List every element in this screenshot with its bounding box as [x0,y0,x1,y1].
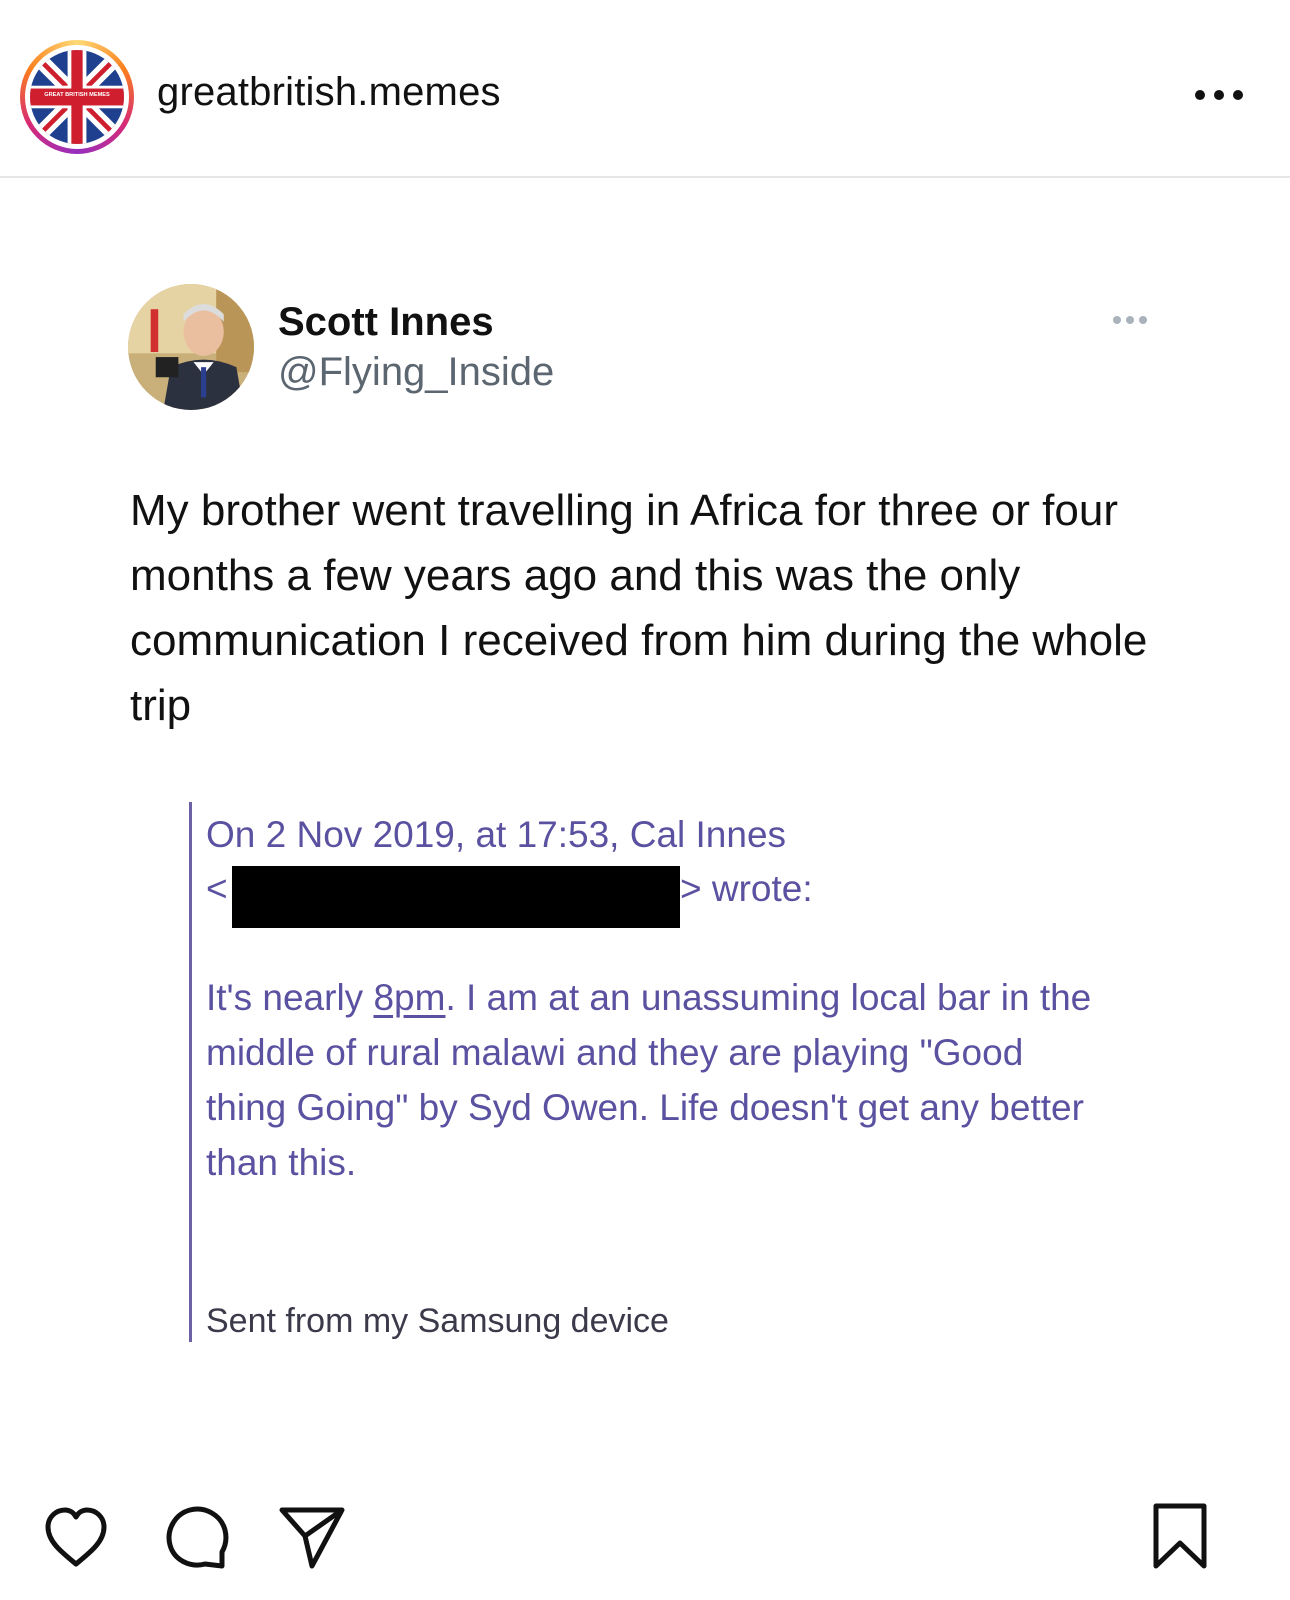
bookmark-icon[interactable] [1144,1500,1216,1572]
union-jack-logo-icon: GREAT BRITISH MEMES [30,50,124,144]
quote-bar [189,802,192,1342]
email-signature: Sent from my Samsung device [206,1302,669,1340]
heart-icon[interactable] [40,1502,112,1574]
redacted-email [232,866,680,928]
email-open-bracket: < [206,868,228,909]
tweet-avatar [128,284,254,410]
send-icon[interactable] [276,1500,348,1572]
tweet-display-name: Scott Innes [278,300,494,344]
email-time-link[interactable]: 8pm [373,977,445,1018]
post-username[interactable]: greatbritish.memes [157,70,501,115]
post-header: GREAT BRITISH MEMES greatbritish.memes [0,0,1290,178]
logo-text: GREAT BRITISH MEMES [44,92,110,98]
email-wrote: > wrote: [680,868,813,909]
email-body: It's nearly 8pm. I am at an unassuming l… [206,970,1106,1190]
email-body-pre: It's nearly [206,977,374,1018]
tweet-text: My brother went travelling in Africa for… [130,486,1148,730]
profile-avatar[interactable]: GREAT BRITISH MEMES [20,40,134,154]
email-header: On 2 Nov 2019, at 17:53, Cal Innes < > w… [206,808,1106,928]
tweet-more-icon [1113,316,1147,324]
email-sender-line: < > wrote: [206,862,1106,928]
more-options-icon[interactable] [1195,80,1255,110]
tweet-handle: @Flying_Inside [278,350,555,394]
comment-icon[interactable] [160,1500,232,1572]
email-header-line: On 2 Nov 2019, at 17:53, Cal Innes [206,814,787,855]
